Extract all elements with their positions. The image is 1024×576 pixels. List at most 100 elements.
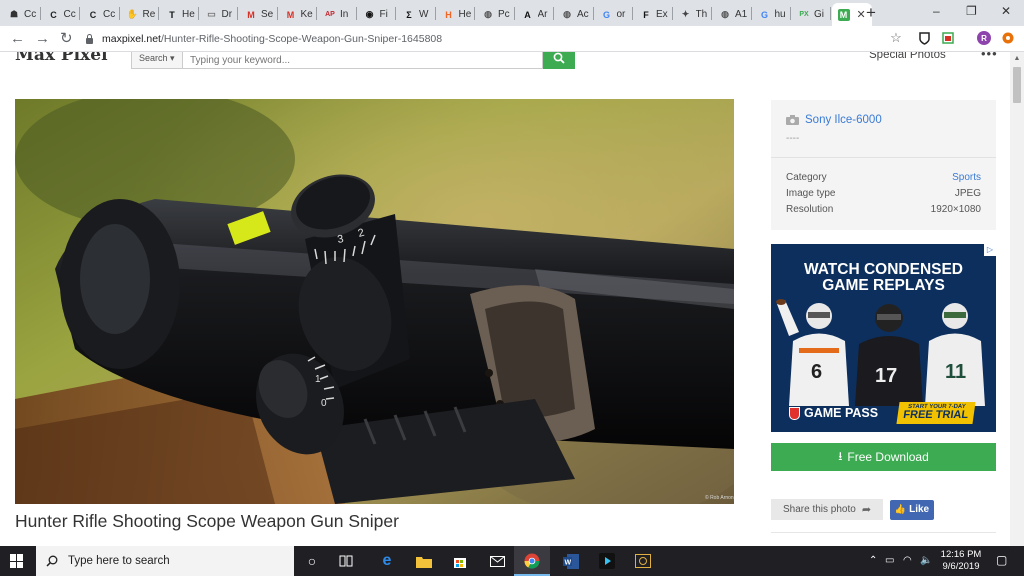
taskbar-search-text: Type here to search (68, 555, 170, 567)
extension-icon[interactable] (1001, 31, 1015, 45)
wifi-icon[interactable]: ◠ (903, 555, 912, 566)
browser-tab[interactable]: ▭ Dr (200, 3, 236, 26)
browser-tab[interactable]: ΣW (397, 3, 433, 26)
media-player-icon[interactable] (597, 551, 617, 571)
browser-tab[interactable]: A Ar (516, 3, 552, 26)
c-icon: C (50, 9, 57, 20)
chrome-icon[interactable] (522, 551, 542, 571)
scroll-up-icon[interactable]: ▲ (1010, 52, 1024, 66)
task-view-icon[interactable] (336, 551, 356, 571)
globe-icon: ◍ (484, 9, 492, 19)
download-icon: ⭳ (838, 448, 843, 463)
tab-separator (276, 7, 278, 20)
windows-taskbar: Type here to search ○ e W ⌃ ▭ ◠ 🔈 12:16 … (0, 546, 1024, 576)
volume-icon[interactable]: 🔈 (920, 555, 932, 566)
camera-app-icon[interactable] (633, 551, 653, 571)
tab-label: Pc (498, 9, 510, 20)
action-center-icon[interactable]: ▢ (996, 553, 1007, 567)
info-label: Image type (786, 188, 836, 199)
main-photo[interactable]: 3 2 1 0 © Rob Arnon (15, 99, 734, 504)
tab-label: Dr (221, 9, 233, 20)
address-bar[interactable]: maxpixel.net/Hunter-Rifle-Shooting-Scope… (86, 29, 912, 49)
browser-tab[interactable]: ◍ Pc (476, 3, 512, 26)
browser-tab[interactable]: C Cc (81, 3, 117, 26)
camera-model-link[interactable]: Sony Ilce-6000 (805, 114, 882, 126)
taskbar-clock[interactable]: 12:16 PM 9/6/2019 (938, 549, 984, 573)
dial-number: 1 (315, 374, 321, 385)
file-explorer-icon[interactable] (414, 551, 434, 571)
hacker-icon: H (445, 9, 452, 20)
ad-choices-icon[interactable]: ▷ (984, 244, 996, 256)
url-text[interactable]: maxpixel.net/Hunter-Rifle-Shooting-Scope… (102, 33, 442, 45)
browser-tab[interactable]: M Se (239, 3, 275, 26)
back-icon[interactable]: ← (10, 30, 25, 48)
page-scrollbar[interactable]: ▲ (1010, 52, 1024, 546)
browser-tab[interactable]: AP In (318, 3, 354, 26)
url-path: /Hunter-Rifle-Shooting-Scope-Weapon-Gun-… (160, 33, 443, 45)
tab-separator (592, 7, 594, 20)
taskbar-search-box[interactable]: Type here to search (36, 546, 294, 576)
new-tab-icon[interactable]: + (866, 3, 876, 23)
free-download-button[interactable]: ⭳ Free Download (771, 443, 996, 471)
globe-icon: ◍ (721, 9, 729, 19)
more-menu-icon[interactable]: ••• (981, 52, 998, 61)
browser-tab[interactable]: H He (437, 3, 473, 26)
browser-tab[interactable]: T He (160, 3, 196, 26)
scroll-thumb[interactable] (1013, 67, 1021, 103)
cortana-icon[interactable]: ○ (302, 551, 322, 571)
reload-icon[interactable]: ↻ (60, 30, 73, 48)
tab-label: hu (774, 9, 786, 20)
maximize-icon[interactable]: ❐ (966, 3, 977, 19)
browser-tab[interactable]: M Ke (279, 3, 315, 26)
tab-label: Ar (537, 9, 548, 20)
browser-tab[interactable]: Gor (595, 3, 631, 26)
forward-icon[interactable]: → (35, 30, 50, 48)
browser-tab[interactable]: ✋ Re (121, 3, 157, 26)
browser-tab[interactable]: ◍ A1 (713, 3, 749, 26)
site-header: Max Pixel Search ▾ Special Photos ••• (0, 52, 1010, 70)
store-icon[interactable] (450, 551, 470, 571)
browser-tab[interactable]: PX Gi (792, 3, 828, 26)
close-window-icon[interactable]: ✕ (1001, 3, 1011, 19)
search-scope-dropdown[interactable]: Search ▾ (131, 52, 182, 69)
minimize-icon[interactable]: – (933, 3, 940, 19)
mail-icon[interactable] (487, 551, 507, 571)
search-button[interactable] (543, 52, 575, 69)
word-icon[interactable]: W (561, 551, 581, 571)
ad-brand-label: GAME PASS (804, 406, 879, 420)
category-link[interactable]: Sports (952, 172, 981, 183)
special-photos-link[interactable]: Special Photos (869, 52, 946, 61)
site-logo[interactable]: Max Pixel (15, 52, 108, 65)
browser-tab[interactable]: C Cc (42, 3, 78, 26)
share-photo-button[interactable]: Share this photo ➦ (771, 499, 883, 520)
browser-tab[interactable]: ✦ Th (674, 3, 710, 26)
browser-tab[interactable]: ◉ Fi (358, 3, 394, 26)
rifle-scope-image: 3 2 1 0 © Rob Arnon (15, 99, 734, 504)
hat-icon: ☗ (9, 9, 19, 19)
browser-tab[interactable]: ☗ Cc (2, 3, 38, 26)
facebook-like-button[interactable]: 👍 Like (890, 499, 934, 520)
shield-extension-icon[interactable] (917, 31, 931, 45)
calendar-extension-icon[interactable] (941, 31, 955, 45)
bookmark-star-icon[interactable]: ☆ (889, 30, 903, 45)
ad-headline-line: GAME REPLAYS (822, 277, 945, 294)
share-row: Share this photo ➦ 👍 Like (771, 499, 934, 520)
browser-tab[interactable]: ◍ Ac (555, 3, 591, 26)
windows-start-icon[interactable] (10, 554, 24, 568)
tab-label: In (340, 9, 349, 20)
show-hidden-icons-icon[interactable]: ⌃ (869, 555, 877, 566)
edge-icon[interactable]: e (377, 551, 397, 571)
network-icon[interactable]: ▭ (885, 555, 894, 566)
ad-free-trial-badge[interactable]: START YOUR 7-DAY FREE TRIAL (896, 402, 976, 424)
profile-avatar[interactable]: R (977, 31, 991, 45)
browser-tab[interactable]: Ghu (753, 3, 789, 26)
close-tab-icon[interactable]: ✕ (857, 8, 866, 21)
advertisement[interactable]: ▷ WATCH CONDENSED GAME REPLAYS 6 17 11 G… (771, 244, 996, 432)
search-input[interactable] (182, 52, 543, 69)
browser-tab[interactable]: F Ex (634, 3, 670, 26)
hand-icon: ✋ (126, 9, 139, 19)
camera-details: ---- (786, 133, 800, 144)
share-label: Share this photo (783, 504, 856, 515)
ad-headline-line: WATCH CONDENSED (803, 261, 964, 278)
jersey-number: 11 (945, 361, 966, 383)
